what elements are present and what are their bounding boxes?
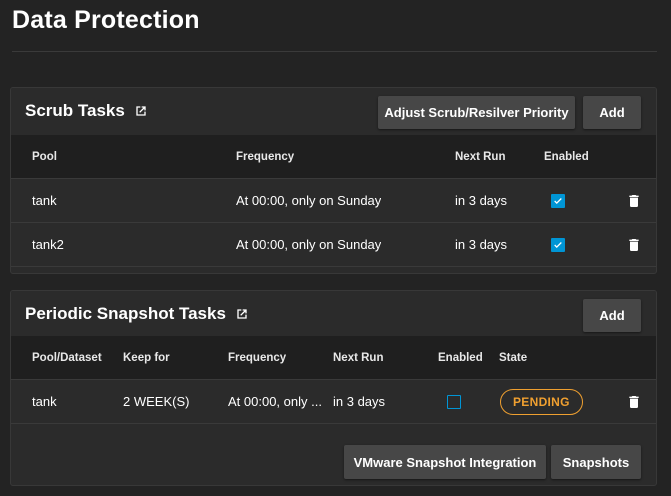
check-icon [554,241,562,248]
table-row: tank2 At 00:00, only on Sunday in 3 days [11,223,656,267]
dataset-cell: tank [32,394,57,409]
column-header-next-run[interactable]: Next Run [333,336,383,379]
enabled-checkbox[interactable] [551,193,565,208]
scrub-table-header: Pool Frequency Next Run Enabled [11,135,656,179]
next-run-cell: in 3 days [455,237,508,252]
column-header-pool[interactable]: Pool [32,135,57,178]
keep-for-cell: 2 WEEK(S) [123,394,190,409]
trash-icon[interactable] [626,393,642,411]
frequency-cell: At 00:00, only on Sunday [236,193,382,208]
page-title: Data Protection [12,6,200,34]
frequency-cell: At 00:00, only on Sunday [236,237,382,252]
adjust-scrub-priority-button[interactable]: Adjust Scrub/Resilver Priority [378,96,575,129]
column-header-frequency[interactable]: Frequency [236,135,294,178]
table-row: tank 2 WEEK(S) At 00:00, only ... in 3 d… [11,380,656,424]
snapshot-tasks-header: Periodic Snapshot Tasks Add [11,291,656,338]
next-run-cell: in 3 days [333,394,386,409]
vmware-snapshot-integration-button[interactable]: VMware Snapshot Integration [344,445,546,479]
column-header-state[interactable]: State [499,336,527,379]
open-in-new-icon[interactable] [133,103,149,119]
scrub-tasks-header: Scrub Tasks Adjust Scrub/Resilver Priori… [11,88,656,135]
add-snapshot-task-button[interactable]: Add [583,299,641,332]
check-icon [554,197,562,204]
column-header-enabled[interactable]: Enabled [544,135,589,178]
snapshot-tasks-title: Periodic Snapshot Tasks [25,304,226,323]
status-badge: PENDING [500,388,583,415]
next-run-cell: in 3 days [455,193,508,208]
scrub-tasks-title: Scrub Tasks [25,101,125,120]
pool-cell: tank2 [32,237,64,252]
pool-cell: tank [32,193,57,208]
column-header-pool-dataset[interactable]: Pool/Dataset [32,336,102,379]
trash-icon[interactable] [626,192,642,210]
periodic-snapshot-tasks-card: Periodic Snapshot Tasks Add Pool/Dataset… [10,290,657,486]
add-scrub-task-button[interactable]: Add [583,96,641,129]
column-header-enabled[interactable]: Enabled [438,336,483,379]
enabled-checkbox[interactable] [551,237,565,252]
scrub-tasks-card: Scrub Tasks Adjust Scrub/Resilver Priori… [10,87,657,274]
open-in-new-icon[interactable] [234,306,250,322]
snapshot-table-header: Pool/Dataset Keep for Frequency Next Run… [11,336,656,380]
column-header-frequency[interactable]: Frequency [228,336,286,379]
column-header-keep-for[interactable]: Keep for [123,336,170,379]
frequency-cell: At 00:00, only ... [228,394,322,409]
trash-icon[interactable] [626,236,642,254]
table-row: tank At 00:00, only on Sunday in 3 days [11,179,656,223]
enabled-checkbox[interactable] [447,394,461,409]
title-divider [12,51,657,52]
snapshots-button[interactable]: Snapshots [551,445,641,479]
column-header-next-run[interactable]: Next Run [455,135,505,178]
